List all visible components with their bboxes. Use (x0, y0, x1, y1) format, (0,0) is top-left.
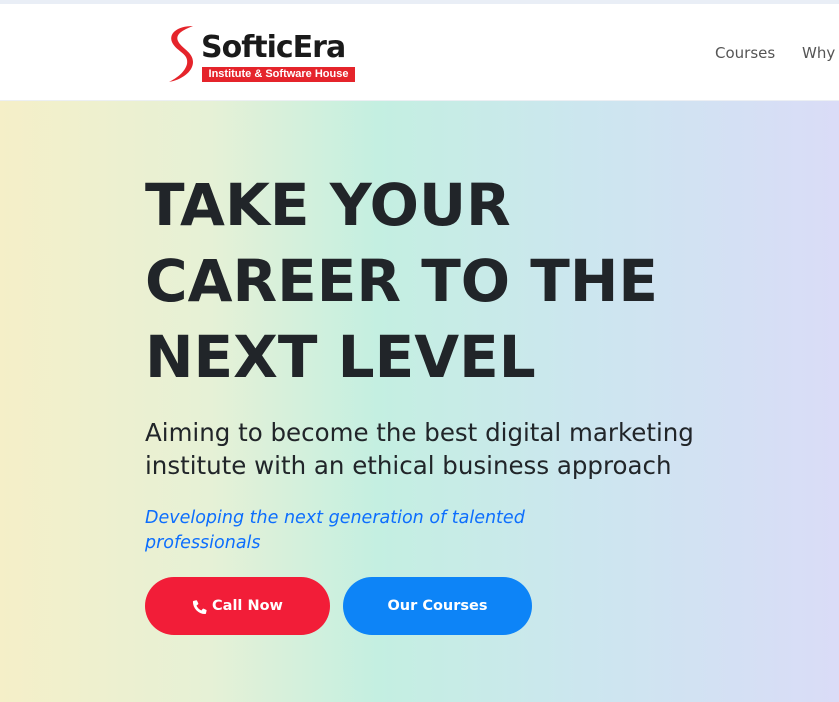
hero-headline: TAKE YOUR CAREER TO THE NEXT LEVEL (145, 167, 745, 395)
s-swoosh-logo-icon (169, 26, 193, 82)
headline-line: NEXT LEVEL (145, 323, 536, 391)
logo-subtitle: Institute & Software House (202, 67, 355, 82)
nav-link-courses[interactable]: Courses (715, 44, 775, 62)
call-now-button[interactable]: Call Now (145, 577, 330, 635)
subheading-line: Aiming to become the best digital market… (145, 418, 694, 447)
headline-line: TAKE YOUR (145, 171, 511, 239)
hero-section: TAKE YOUR CAREER TO THE NEXT LEVEL Aimin… (0, 101, 839, 702)
subheading-line: institute with an ethical business appro… (145, 451, 672, 480)
our-courses-label: Our Courses (387, 598, 488, 614)
logo-name: SofticEra (201, 30, 346, 65)
tagline-line: professionals (145, 533, 261, 553)
site-logo[interactable]: SofticEra Institute & Software House (163, 24, 363, 88)
call-now-label: Call Now (212, 598, 283, 614)
our-courses-button[interactable]: Our Courses (343, 577, 532, 635)
navbar: SofticEra Institute & Software House Cou… (0, 4, 839, 101)
headline-line: CAREER TO THE (145, 247, 658, 315)
hero-tagline: Developing the next generation of talent… (145, 506, 565, 556)
phone-icon (192, 599, 207, 614)
tagline-line: Developing the next generation of talent… (145, 508, 525, 528)
hero-subheading: Aiming to become the best digital market… (145, 416, 765, 482)
nav-link-why[interactable]: Why (802, 44, 835, 62)
